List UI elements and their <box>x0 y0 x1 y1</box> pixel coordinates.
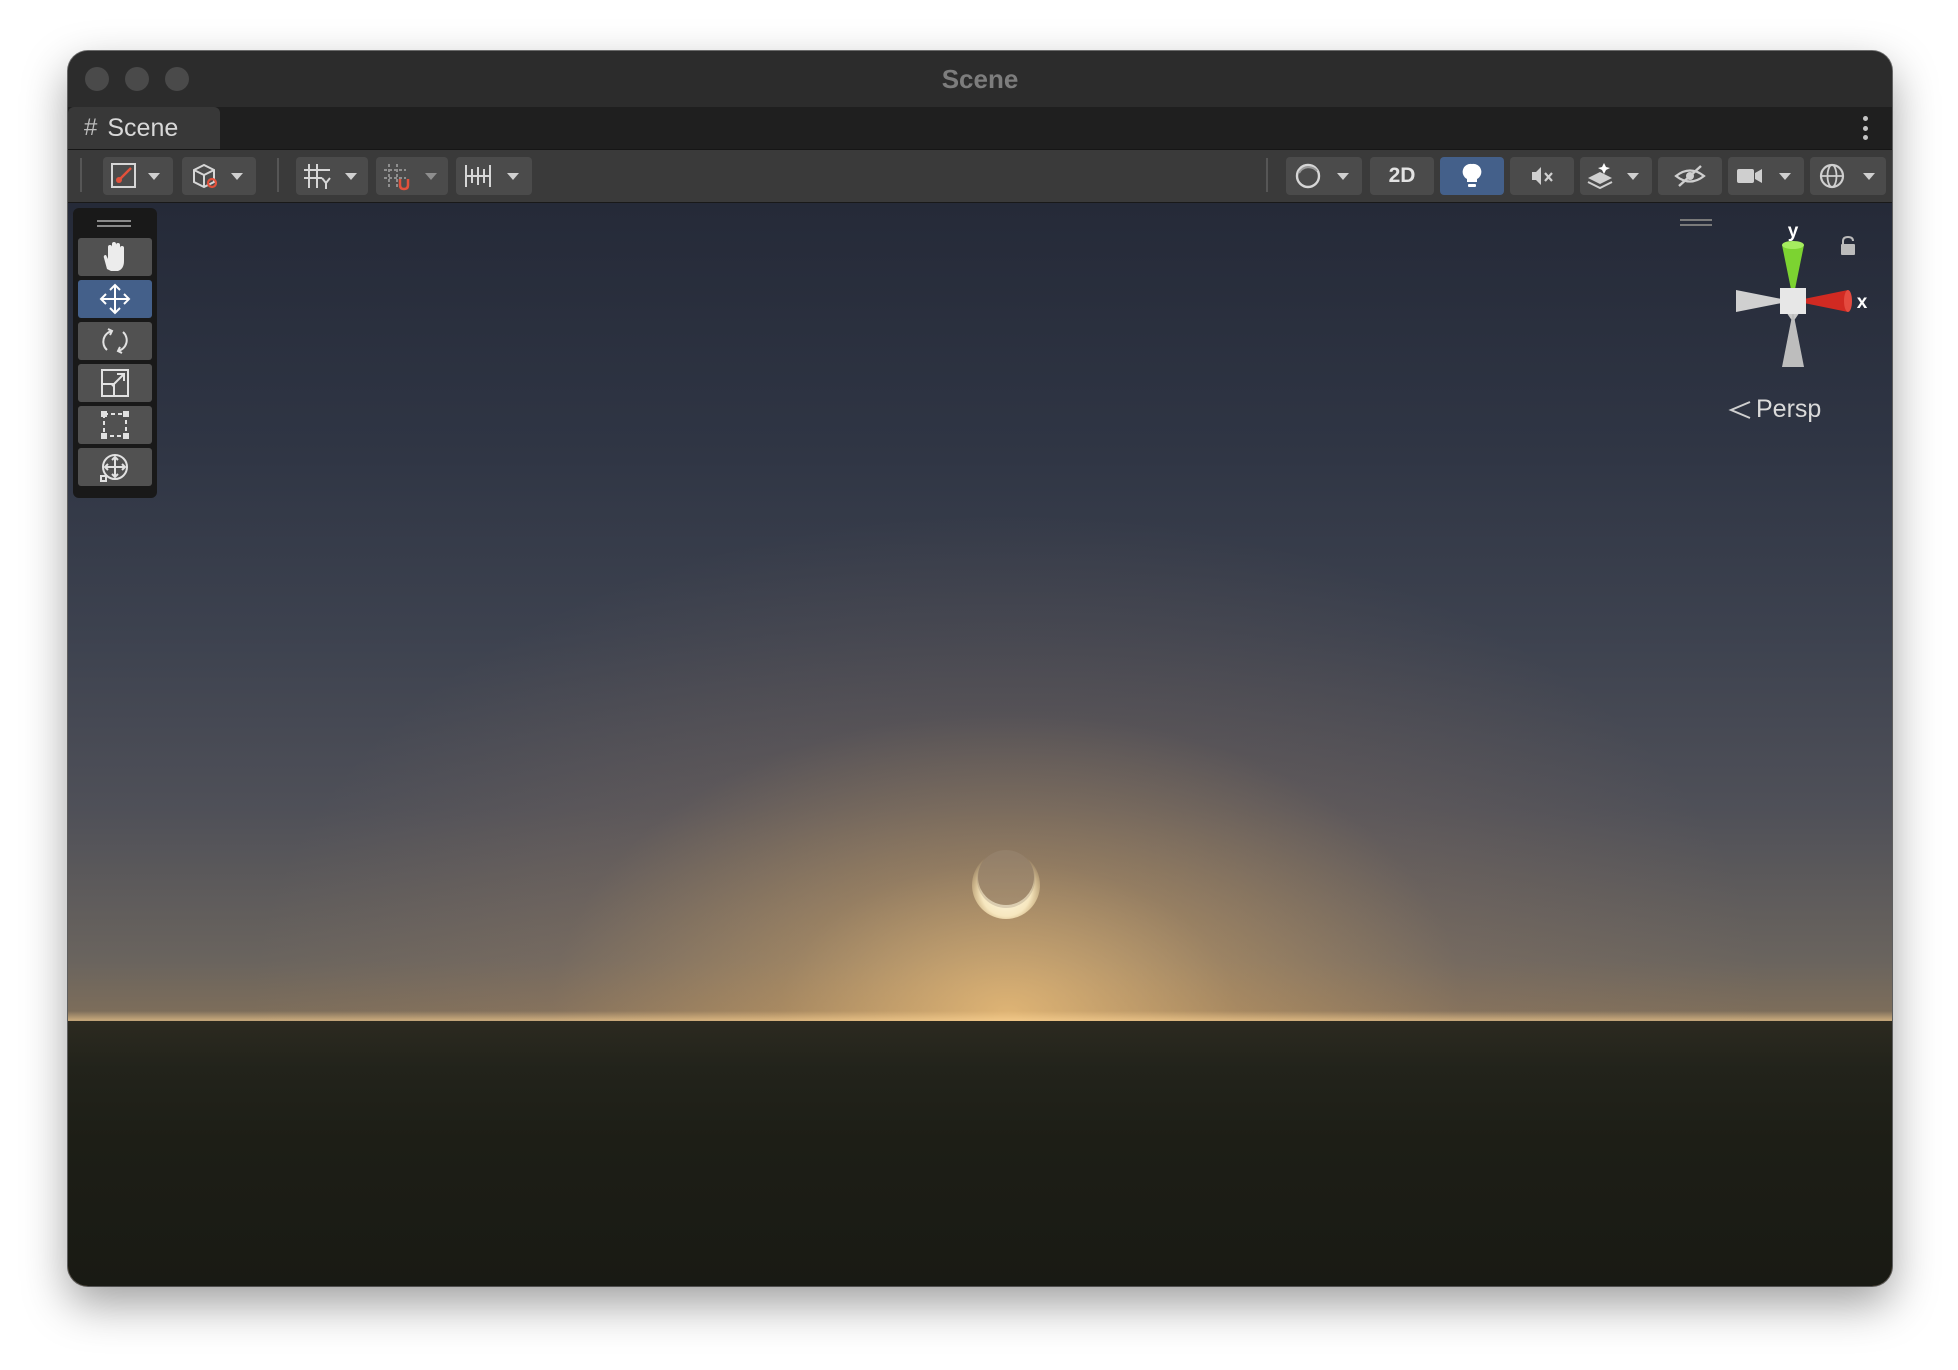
title-bar: Scene <box>68 51 1892 107</box>
perspective-icon <box>1728 400 1751 419</box>
scale-tool-button[interactable] <box>78 364 152 402</box>
grid-hash-icon: # <box>84 114 98 141</box>
projection-toggle[interactable]: Persp <box>1728 395 1821 424</box>
projection-label: Persp <box>1756 395 1822 423</box>
audio-toggle-button[interactable] <box>1510 157 1574 195</box>
mode-2d-button[interactable]: 2D <box>1370 157 1434 195</box>
close-button[interactable] <box>85 67 109 91</box>
window-title: Scene <box>941 63 1019 94</box>
increment-snap-button[interactable] <box>376 157 448 195</box>
move-tool-button[interactable] <box>78 280 152 318</box>
grid-snap-button[interactable] <box>296 157 368 195</box>
gizmos-button[interactable] <box>1810 157 1886 195</box>
pivot-cube-icon <box>193 163 243 189</box>
ground-plane <box>68 1021 1892 1286</box>
ruler-button[interactable] <box>456 157 532 195</box>
scale-icon <box>101 369 129 397</box>
window-controls <box>85 67 189 91</box>
tab-scene-label: Scene <box>107 113 179 142</box>
transform-tool-button[interactable] <box>78 448 152 486</box>
camera-icon <box>1737 169 1791 183</box>
tools-overlay <box>73 208 157 498</box>
hand-tool-button[interactable] <box>78 238 152 276</box>
effects-layers-icon <box>1587 163 1639 190</box>
lightbulb-icon <box>1462 163 1482 187</box>
gizmo-y-label: y <box>1788 223 1799 242</box>
effects-button[interactable] <box>1580 157 1652 195</box>
hand-icon <box>103 242 124 271</box>
tools-overlay-grip[interactable] <box>97 220 131 227</box>
pivot-button[interactable] <box>182 157 256 195</box>
view-tool-icon <box>111 163 160 188</box>
rect-transform-icon <box>101 411 129 439</box>
rotate-tool-button[interactable] <box>78 322 152 360</box>
toolbar-separator-right <box>1266 158 1268 192</box>
ruler-icon <box>465 165 519 187</box>
scene-window: Scene # Scene 2D y x Persp <box>68 51 1892 1286</box>
more-options-icon[interactable] <box>1862 116 1868 140</box>
shading-sphere-icon <box>1295 163 1349 189</box>
transform-icon <box>100 454 128 482</box>
gizmo-x-label: x <box>1857 292 1868 313</box>
sun-crescent <box>972 850 1040 919</box>
grid-snap-icon <box>304 164 357 189</box>
tab-scene[interactable]: # Scene <box>68 107 220 149</box>
view-tool-button[interactable] <box>103 157 173 195</box>
scene-viewport[interactable]: y x Persp <box>68 203 1892 1286</box>
move-arrows-icon <box>99 283 131 315</box>
camera-settings-button[interactable] <box>1728 157 1804 195</box>
minimize-button[interactable] <box>125 67 149 91</box>
scene-toolbar: 2D <box>68 150 1892 203</box>
hidden-eye-icon <box>1674 165 1706 187</box>
lighting-toggle-button[interactable] <box>1440 157 1504 195</box>
snap-increment-icon <box>384 164 437 191</box>
audio-mute-icon <box>1532 167 1553 185</box>
rect-tool-button[interactable] <box>78 406 152 444</box>
maximize-button[interactable] <box>165 67 189 91</box>
toolbar-separator <box>277 158 279 192</box>
gizmos-globe-icon <box>1819 163 1875 189</box>
lock-icon[interactable] <box>1838 235 1858 257</box>
shading-mode-button[interactable] <box>1286 157 1362 195</box>
toolbar-handle[interactable] <box>80 158 82 192</box>
rotate-icon <box>102 328 128 354</box>
mode-2d-label: 2D <box>1388 164 1416 187</box>
tab-bar: # Scene <box>68 107 1892 150</box>
scene-visibility-button[interactable] <box>1658 157 1722 195</box>
